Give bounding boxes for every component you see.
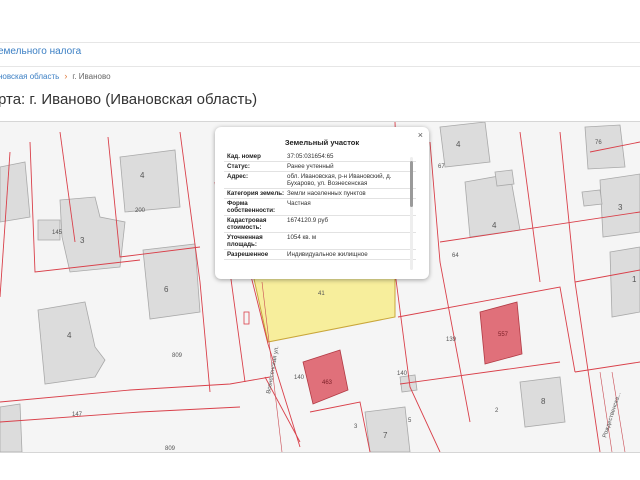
label-house-4c: 4 [456, 140, 461, 149]
label-house-3a: 3 [80, 236, 85, 245]
chevron-right-icon: › [64, 71, 68, 81]
label-house-4a: 4 [140, 171, 145, 180]
label-num-145: 145 [52, 230, 63, 236]
label-house-4b: 4 [67, 331, 72, 340]
label-num-64: 64 [452, 253, 459, 259]
label-num-140a: 140 [294, 375, 305, 381]
label-num-139: 139 [446, 337, 457, 343]
label-house-3c: 3 [354, 424, 358, 430]
breadcrumb-divider [0, 66, 640, 67]
row-value: Частная [287, 200, 311, 207]
label-house-1: 1 [632, 275, 637, 284]
label-street-voznesenskaya: Вознесенская ул. [266, 345, 280, 394]
row-status: Статус: Ранее учтенный [224, 162, 416, 172]
row-value: 1674120.9 руб [287, 217, 329, 224]
breadcrumb-region-link[interactable]: новская область [0, 72, 59, 81]
row-value: Земли населенных пунктов [287, 190, 366, 197]
popup-info-table: Кад. номер 37:05:031654:65 Статус: Ранее у… [224, 152, 416, 260]
row-label: Адрес: [227, 173, 249, 180]
row-address: Адрес: обл. Ивановская, р-н Ивановский, д… [224, 172, 416, 189]
label-num-76: 76 [595, 140, 602, 146]
row-area: Уточненная площадь: 1054 кв. м [224, 233, 416, 250]
row-ownership: Форма собственности: Частная [224, 199, 416, 216]
label-num-809b: 809 [165, 446, 176, 452]
page-title: рта: г. Иваново (Ивановская область) [0, 91, 258, 108]
nav-divider [0, 42, 640, 43]
row-land-category: Категория земель: Земли населенных пункто… [224, 189, 416, 199]
label-num-5: 5 [408, 418, 412, 424]
row-label: Статус: [227, 163, 250, 170]
row-value: Индивидуальное жилищное [287, 251, 368, 258]
label-street-rozhdestvenskaya: Рождественска... [602, 391, 622, 438]
row-value: 1054 кв. м [287, 234, 317, 241]
parcel-marker [243, 311, 250, 325]
popup-title: Земельный участок [284, 138, 360, 147]
label-num-147: 147 [72, 412, 83, 418]
label-num-41: 41 [318, 291, 325, 297]
row-label: Категория земель: [227, 190, 285, 197]
building-463[interactable] [302, 349, 349, 405]
row-value: Ранее учтенный [287, 163, 334, 170]
label-house-8: 8 [541, 397, 546, 406]
row-label: Разрешенное [227, 251, 269, 258]
label-building-557: 557 [498, 332, 509, 338]
label-house-6: 6 [164, 285, 169, 294]
label-num-2: 2 [495, 408, 499, 414]
popup-scrollbar-thumb[interactable] [410, 161, 413, 207]
breadcrumb-current: г. Иваново [72, 72, 111, 81]
row-label: Кадастровая стоимость: [227, 217, 267, 231]
label-num-67: 67 [438, 164, 445, 170]
row-permitted-use: Разрешенное Индивидуальное жилищное [224, 250, 416, 260]
row-value: обл. Ивановская, р-н Ивановский, д. Буха… [287, 173, 392, 187]
label-house-7: 7 [383, 431, 388, 440]
land-plot-popup: Земельный участок × Кад. номер 37:05:0316… [215, 127, 429, 279]
breadcrumb: новская область › г. Иваново [0, 71, 111, 81]
top-bar [0, 0, 640, 40]
row-label: Кад. номер [227, 153, 261, 160]
row-value: 37:05:031654:65 [287, 153, 334, 160]
label-house-3b: 3 [618, 203, 623, 212]
label-building-463: 463 [322, 380, 333, 386]
label-num-200: 200 [135, 208, 146, 214]
row-cadastral-value: Кадастровая стоимость: 1674120.9 руб [224, 216, 416, 233]
row-label: Форма собственности: [227, 200, 276, 214]
row-cadastral-number: Кад. номер 37:05:031654:65 [224, 152, 416, 162]
row-label: Уточненная площадь: [227, 234, 263, 248]
label-num-809a: 809 [172, 353, 183, 359]
label-house-4d: 4 [492, 221, 497, 230]
close-icon[interactable]: × [418, 130, 423, 140]
label-num-140b: 140 [397, 371, 408, 377]
land-tax-link[interactable]: емельного налога [0, 46, 81, 57]
